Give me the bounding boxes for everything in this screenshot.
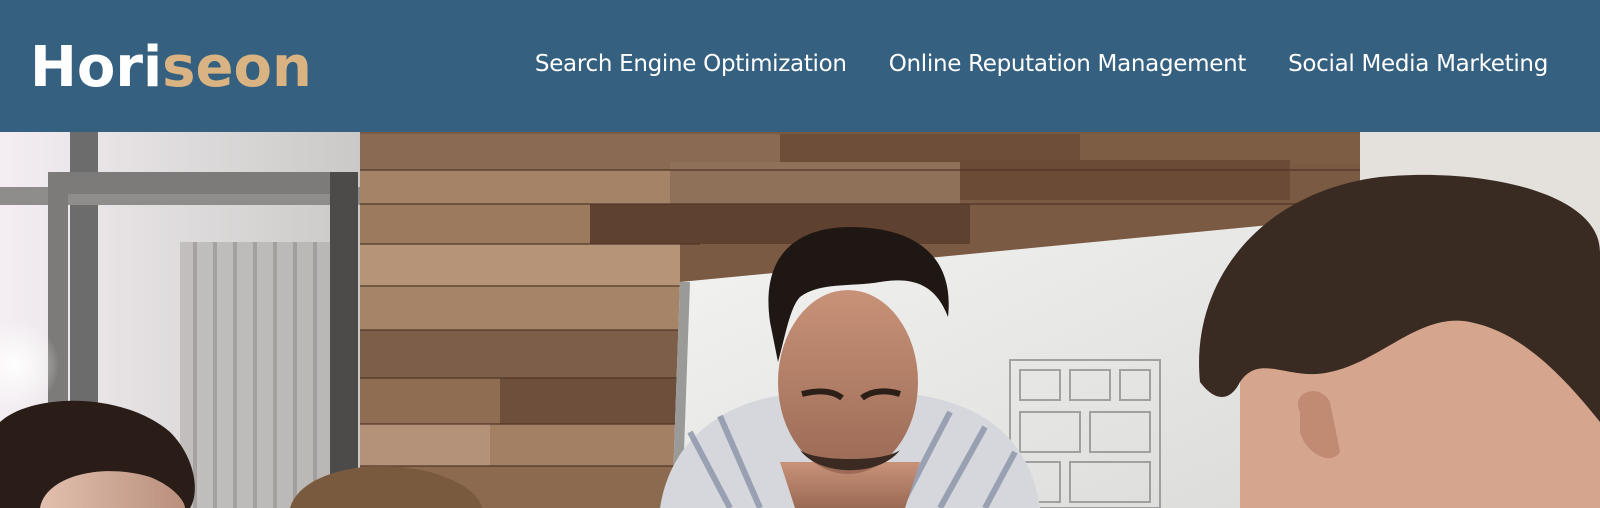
office-team-photo [0, 132, 1600, 508]
nav-link-social[interactable]: Social Media Marketing [1288, 44, 1548, 84]
nav-link-reputation[interactable]: Online Reputation Management [889, 44, 1247, 84]
hero-image [0, 132, 1600, 508]
site-header: Horiseon Search Engine Optimization Onli… [0, 0, 1600, 132]
logo-text: Hori [30, 35, 163, 100]
main-nav: Search Engine Optimization Online Reputa… [535, 44, 1548, 84]
nav-link-seo[interactable]: Search Engine Optimization [535, 44, 847, 84]
logo[interactable]: Horiseon [30, 28, 312, 108]
logo-accent-text: seon [162, 35, 312, 100]
